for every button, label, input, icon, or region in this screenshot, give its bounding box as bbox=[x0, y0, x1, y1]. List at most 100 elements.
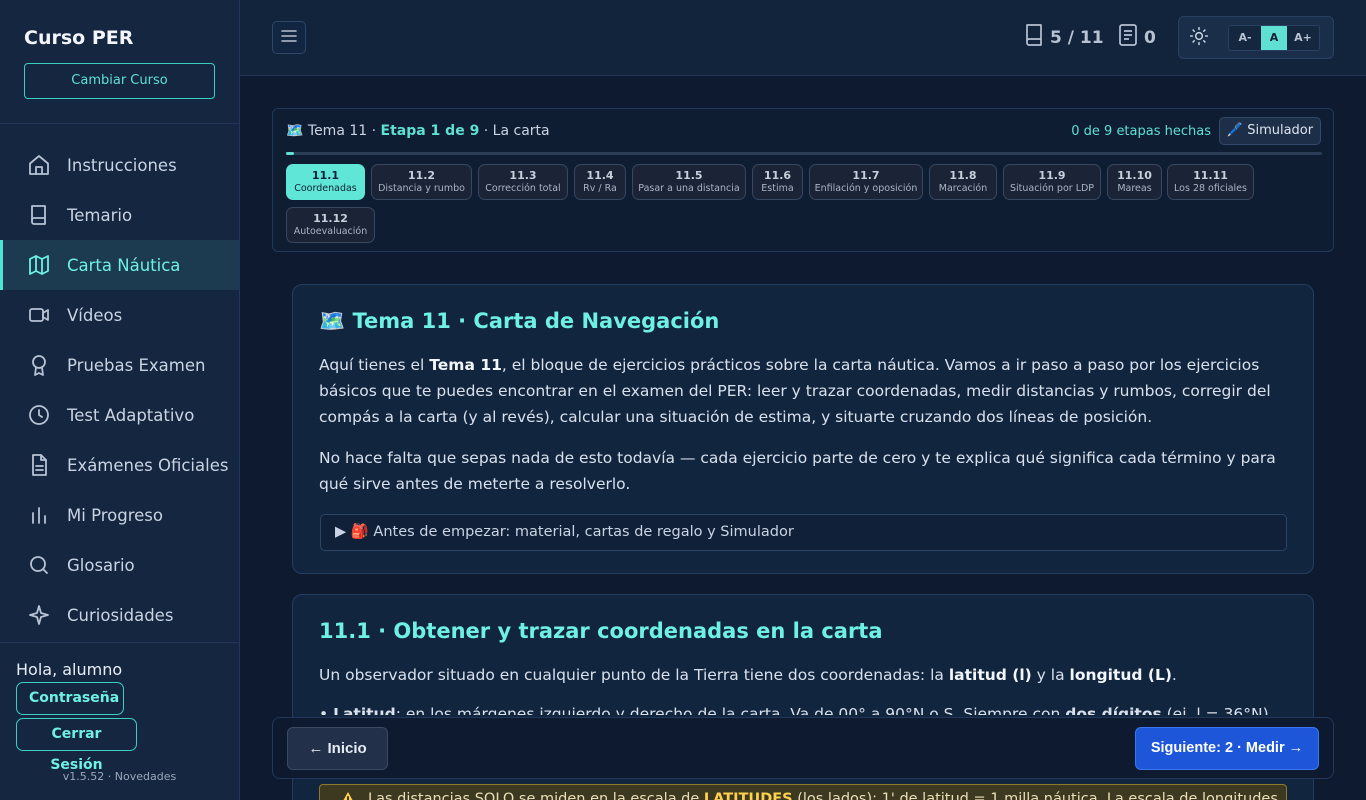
chip-11-1[interactable]: 11.1 Coordenadas bbox=[286, 164, 365, 200]
chip-11-3[interactable]: 11.3 Corrección total bbox=[478, 164, 568, 200]
change-course-button[interactable]: Cambiar Curso bbox=[24, 63, 215, 99]
bold-text: LATITUDES bbox=[703, 791, 793, 800]
intro-title: 🗺️ Tema 11 · Carta de Navegación bbox=[319, 309, 720, 333]
chip-label: Mareas bbox=[1117, 183, 1152, 194]
home-icon bbox=[26, 152, 52, 178]
sidebar-item-videos[interactable]: Vídeos bbox=[0, 290, 239, 340]
stage-progress-fill bbox=[286, 152, 295, 155]
intro-paragraph: No hace falta que sepas nada de esto tod… bbox=[319, 449, 1276, 493]
logout-button[interactable]: Cerrar Sesión bbox=[16, 718, 137, 773]
chip-label: Coordenadas bbox=[294, 183, 357, 194]
sidebar-item-instrucciones[interactable]: Instrucciones bbox=[0, 140, 239, 190]
topbar: 5 / 11 0 A- A A+ bbox=[240, 0, 1366, 76]
chip-label: Distancia y rumbo bbox=[378, 183, 465, 194]
divider bbox=[0, 642, 239, 643]
chip-11-2[interactable]: 11.2 Distancia y rumbo bbox=[371, 164, 472, 200]
sidebar-item-mi-progreso[interactable]: Mi Progreso bbox=[0, 490, 239, 540]
sidebar-item-label: Exámenes Oficiales bbox=[67, 455, 229, 475]
sidebar-item-label: Curiosidades bbox=[67, 605, 174, 625]
sparkle-icon bbox=[26, 602, 52, 628]
chip-11-4[interactable]: 11.4 Rv / Ra bbox=[574, 164, 626, 200]
chip-label: Rv / Ra bbox=[583, 183, 617, 194]
chip-number: 11.8 bbox=[949, 169, 977, 182]
stage-progress bbox=[286, 152, 1322, 155]
sidebar-item-label: Mi Progreso bbox=[67, 505, 163, 525]
sidebar-item-test-adaptativo[interactable]: Test Adaptativo bbox=[0, 390, 239, 440]
chip-label: Situación por LDP bbox=[1009, 183, 1095, 194]
password-button[interactable]: Contraseña bbox=[16, 682, 124, 715]
notes-icon bbox=[1118, 24, 1138, 51]
text-run: : en los márgenes izquierdo y derecho de… bbox=[395, 705, 1066, 715]
chip-label: Marcación bbox=[938, 183, 988, 194]
brand: Curso PER Cambiar Curso bbox=[0, 0, 239, 99]
bold-text: dos dígitos bbox=[1065, 705, 1162, 715]
sidebar-item-label: Instrucciones bbox=[67, 155, 177, 175]
font-decrease-button[interactable]: A- bbox=[1229, 26, 1261, 50]
search-icon bbox=[26, 552, 52, 578]
menu-toggle-button[interactable] bbox=[272, 21, 306, 54]
before-start-details[interactable]: ▶ 🎒 Antes de empezar: material, cartas d… bbox=[320, 514, 1287, 551]
brand-title: Curso PER bbox=[24, 27, 134, 49]
sidebar-item-pruebas-examen[interactable]: Pruebas Examen bbox=[0, 340, 239, 390]
chip-11-10[interactable]: 11.10 Mareas bbox=[1107, 164, 1162, 200]
hamburger-icon bbox=[281, 28, 297, 47]
sidebar-item-temario[interactable]: Temario bbox=[0, 190, 239, 240]
text-run: Un observador situado en cualquier punto… bbox=[319, 666, 949, 684]
sidebar-item-curiosidades[interactable]: Curiosidades bbox=[0, 590, 239, 640]
chip-11-9[interactable]: 11.9 Situación por LDP bbox=[1003, 164, 1101, 200]
chip-11-8[interactable]: 11.8 Marcación bbox=[929, 164, 997, 200]
map-icon bbox=[26, 252, 52, 278]
chip-label: Enfilación y oposición bbox=[814, 183, 918, 194]
version-link[interactable]: v1.5.52 · Novedades bbox=[0, 770, 239, 783]
sidebar-nav: Instrucciones Temario Carta Náutica Víde… bbox=[0, 140, 239, 640]
chip-number: 11.2 bbox=[407, 169, 436, 182]
chip-11-11[interactable]: 11.11 Los 28 oficiales bbox=[1167, 164, 1254, 200]
map-emoji-icon: 🗺️ bbox=[286, 123, 304, 139]
chip-label: Corrección total bbox=[485, 183, 561, 194]
warning-note: Las distancias SOLO se miden en la escal… bbox=[319, 784, 1287, 800]
bar-chart-icon bbox=[26, 502, 52, 528]
stage-suffix: · La carta bbox=[479, 123, 550, 139]
bold-text: longitud (L) bbox=[1069, 666, 1172, 684]
stage-breadcrumb: 🗺️ Tema 11 · Etapa 1 de 9 · La carta bbox=[286, 123, 550, 139]
clock-icon bbox=[26, 402, 52, 428]
theme-toggle-button[interactable] bbox=[1187, 26, 1211, 50]
chip-number: 11.10 bbox=[1117, 169, 1152, 182]
notes-count: 0 bbox=[1144, 27, 1156, 48]
font-size-group: A- A A+ bbox=[1228, 25, 1320, 51]
bullet: • bbox=[319, 705, 334, 715]
sidebar-item-label: Test Adaptativo bbox=[67, 405, 195, 425]
chip-label: Pasar a una distancia bbox=[638, 183, 740, 194]
warning-icon bbox=[338, 791, 358, 800]
sidebar-item-label: Carta Náutica bbox=[67, 255, 181, 275]
sidebar-item-glosario[interactable]: Glosario bbox=[0, 540, 239, 590]
sidebar-item-label: Temario bbox=[67, 205, 133, 225]
chip-11-6[interactable]: 11.6 Estima bbox=[752, 164, 803, 200]
stages-done: 0 de 9 etapas hechas bbox=[1071, 124, 1211, 139]
chip-11-5[interactable]: 11.5 Pasar a una distancia bbox=[632, 164, 746, 200]
user-block: Hola, alumno Contraseña Cerrar Sesión bbox=[16, 660, 137, 773]
chip-number: 11.11 bbox=[1193, 169, 1228, 182]
sidebar-item-examenes-oficiales[interactable]: Exámenes Oficiales bbox=[0, 440, 239, 490]
chip-number: 11.6 bbox=[763, 169, 792, 182]
chip-11-12[interactable]: 11.12 Autoevaluación bbox=[286, 207, 375, 243]
sidebar-item-carta-nautica[interactable]: Carta Náutica bbox=[0, 240, 239, 290]
simulator-button[interactable]: 🖊️ Simulador bbox=[1219, 117, 1321, 145]
text-run: (ej. l = 36°N). bbox=[1161, 705, 1274, 715]
previous-button[interactable]: ← Inicio bbox=[287, 727, 388, 770]
sidebar-item-label: Vídeos bbox=[67, 305, 123, 325]
chip-number: 11.5 bbox=[675, 169, 703, 182]
book-icon bbox=[26, 202, 52, 228]
font-normal-button[interactable]: A bbox=[1261, 26, 1287, 50]
chip-label: Los 28 oficiales bbox=[1174, 183, 1247, 194]
book-icon bbox=[1024, 24, 1044, 51]
divider bbox=[0, 123, 239, 124]
chip-number: 11.1 bbox=[311, 169, 340, 182]
chip-11-7[interactable]: 11.7 Enfilación y oposición bbox=[809, 164, 923, 200]
bold-text: latitud (l) bbox=[948, 666, 1032, 684]
chip-number: 11.9 bbox=[1038, 169, 1066, 182]
font-increase-button[interactable]: A+ bbox=[1287, 26, 1319, 50]
intro-card: 🗺️ Tema 11 · Carta de Navegación Aquí ti… bbox=[292, 284, 1314, 574]
greeting: Hola, alumno bbox=[16, 660, 123, 679]
next-button[interactable]: Siguiente: 2 · Medir → bbox=[1135, 727, 1319, 770]
